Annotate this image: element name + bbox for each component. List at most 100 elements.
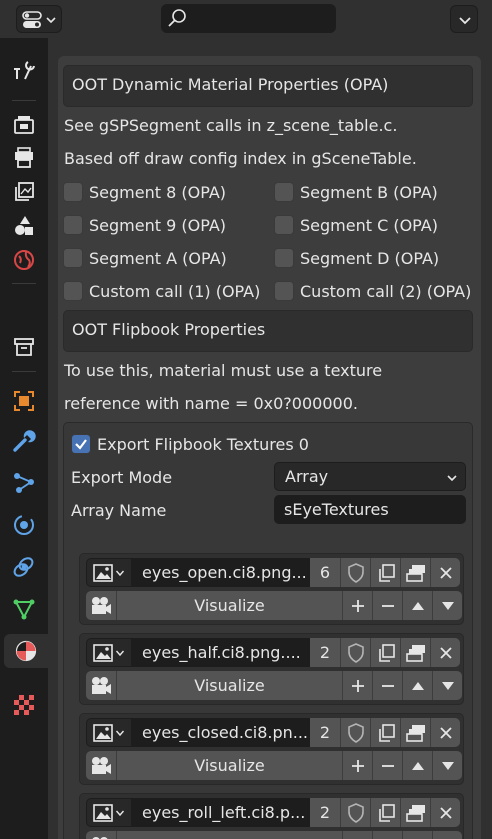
image-name-field[interactable]: eyes_half.ci8.png....	[132, 638, 310, 667]
visualize-button[interactable]: Visualize	[116, 591, 342, 620]
duplicate-button[interactable]	[370, 558, 400, 587]
checkbox-segment-9[interactable]: Segment 9 (OPA)	[63, 214, 226, 236]
add-button[interactable]	[342, 831, 372, 839]
tab-modifiers[interactable]	[6, 424, 42, 458]
move-up-button[interactable]	[402, 671, 432, 700]
checkbox[interactable]	[63, 182, 83, 202]
add-button[interactable]	[342, 671, 372, 700]
unlink-button[interactable]	[430, 798, 460, 827]
tab-data[interactable]	[6, 592, 42, 626]
tab-output[interactable]	[6, 141, 42, 175]
user-count[interactable]: 2	[310, 638, 340, 667]
duplicate-button[interactable]	[370, 798, 400, 827]
tab-particles[interactable]	[6, 466, 42, 500]
checkbox[interactable]	[274, 182, 294, 202]
remove-button[interactable]	[372, 831, 402, 839]
image-browse-button[interactable]	[86, 718, 132, 747]
flipbook-texture-item: eyes_roll_left.ci8.p... 2 Visualize	[79, 793, 464, 839]
camera-button[interactable]	[86, 591, 116, 620]
visualize-button[interactable]: Visualize	[116, 671, 342, 700]
array-name-field[interactable]: sEyeTextures	[274, 495, 466, 524]
move-down-button[interactable]	[432, 831, 462, 839]
move-down-button[interactable]	[432, 751, 462, 780]
checkbox-segment-8[interactable]: Segment 8 (OPA)	[63, 181, 226, 203]
tab-physics[interactable]	[6, 508, 42, 542]
checkbox-segment-c[interactable]: Segment C (OPA)	[274, 214, 438, 236]
move-up-button[interactable]	[402, 591, 432, 620]
checkbox-segment-a[interactable]: Segment A (OPA)	[63, 247, 227, 269]
tab-world[interactable]	[6, 243, 42, 277]
image-browse-button[interactable]	[86, 558, 132, 587]
tab-material[interactable]	[4, 634, 48, 668]
tab-object[interactable]	[6, 384, 42, 418]
checkbox-label: Segment D (OPA)	[300, 248, 440, 268]
image-name-field[interactable]: eyes_open.ci8.png...	[132, 558, 310, 587]
tab-view-layer[interactable]	[6, 175, 42, 209]
checkbox[interactable]	[274, 248, 294, 268]
checkbox-segment-d[interactable]: Segment D (OPA)	[274, 247, 439, 269]
user-count[interactable]: 2	[310, 718, 340, 747]
fake-user-button[interactable]	[340, 558, 370, 587]
open-image-button[interactable]	[400, 558, 430, 587]
remove-button[interactable]	[372, 591, 402, 620]
checkbox-custom-call-1[interactable]: Custom call (1) (OPA)	[63, 280, 260, 302]
image-name-field[interactable]: eyes_roll_left.ci8.p...	[132, 798, 310, 827]
checkbox[interactable]	[63, 248, 83, 268]
world-icon	[14, 250, 34, 270]
move-up-button[interactable]	[402, 831, 432, 839]
checkbox-segment-b[interactable]: Segment B (OPA)	[274, 181, 438, 203]
user-count[interactable]: 2	[310, 798, 340, 827]
open-image-button[interactable]	[400, 718, 430, 747]
checkbox[interactable]	[63, 281, 83, 301]
image-browse-button[interactable]	[86, 638, 132, 667]
open-image-button[interactable]	[400, 798, 430, 827]
image-browse-button[interactable]	[86, 798, 132, 827]
open-image-button[interactable]	[400, 638, 430, 667]
tab-scene[interactable]	[6, 209, 42, 243]
move-down-button[interactable]	[432, 671, 462, 700]
fake-user-button[interactable]	[340, 798, 370, 827]
move-down-button[interactable]	[432, 591, 462, 620]
remove-button[interactable]	[372, 671, 402, 700]
user-count[interactable]: 6	[310, 558, 340, 587]
checkbox[interactable]	[274, 281, 294, 301]
unlink-button[interactable]	[430, 558, 460, 587]
camera-button[interactable]	[86, 751, 116, 780]
remove-button[interactable]	[372, 751, 402, 780]
minus-icon	[381, 604, 394, 607]
shield-icon	[347, 562, 364, 583]
checkbox-label: Segment A (OPA)	[89, 248, 227, 268]
tab-render[interactable]	[6, 107, 42, 141]
tab-collection[interactable]	[6, 330, 42, 364]
camera-button[interactable]	[86, 831, 116, 839]
header-menu-button[interactable]	[450, 5, 478, 33]
export-mode-dropdown[interactable]: Array	[274, 462, 466, 491]
folder-icon	[405, 644, 425, 662]
unlink-button[interactable]	[430, 638, 460, 667]
collection-icon	[14, 338, 34, 356]
tab-texture[interactable]	[6, 688, 42, 722]
duplicate-button[interactable]	[370, 718, 400, 747]
checkbox-custom-call-2[interactable]: Custom call (2) (OPA)	[274, 280, 471, 302]
duplicate-button[interactable]	[370, 638, 400, 667]
export-flipbook-checkbox-row[interactable]: Export Flipbook Textures 0	[71, 433, 309, 455]
move-up-button[interactable]	[402, 751, 432, 780]
checkbox[interactable]	[274, 215, 294, 235]
camera-button[interactable]	[86, 671, 116, 700]
visualize-button[interactable]: Visualize	[116, 751, 342, 780]
flipbook-title: OOT Flipbook Properties	[72, 320, 266, 339]
checkbox[interactable]	[63, 215, 83, 235]
visualize-button[interactable]: Visualize	[116, 831, 342, 839]
export-flipbook-checkbox[interactable]	[71, 434, 91, 454]
fake-user-button[interactable]	[340, 718, 370, 747]
image-name-field[interactable]: eyes_closed.ci8.pn...	[132, 718, 310, 747]
material-icon	[15, 640, 37, 662]
search-input[interactable]	[161, 4, 336, 33]
fake-user-button[interactable]	[340, 638, 370, 667]
unlink-button[interactable]	[430, 718, 460, 747]
add-button[interactable]	[342, 591, 372, 620]
editor-type-button[interactable]	[16, 5, 62, 33]
add-button[interactable]	[342, 751, 372, 780]
tab-tool[interactable]	[6, 53, 42, 87]
tab-constraints[interactable]	[6, 550, 42, 584]
